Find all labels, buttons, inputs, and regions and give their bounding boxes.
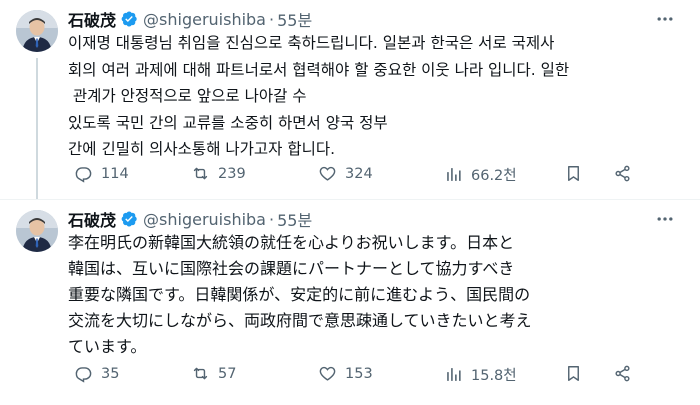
- reply-button[interactable]: 114: [74, 164, 129, 183]
- tweet-text-line: 회의 여러 과제에 대해 파트너로서 협력해야 할 중요한 이웃 나라 입니다.…: [68, 60, 570, 79]
- more-icon[interactable]: [654, 208, 676, 230]
- retweet-button[interactable]: 239: [191, 164, 246, 183]
- views-count: 15.8천: [471, 368, 517, 384]
- tweet-text-line: 이재명 대통령님 취임을 진심으로 축하드립니다. 일본과 한국은 서로 국제사: [68, 34, 555, 52]
- retweet-icon: [193, 367, 208, 380]
- like-icon: [319, 366, 336, 381]
- author-handle[interactable]: @shigeruishiba: [143, 10, 266, 29]
- views-button[interactable]: 66.2천: [444, 164, 517, 185]
- timestamp[interactable]: 55분: [277, 7, 312, 31]
- bookmark-icon: [568, 366, 579, 381]
- tweet-text-line: ています。: [68, 337, 147, 356]
- thread-line: [36, 58, 38, 200]
- reply-button[interactable]: 35: [74, 364, 119, 383]
- reply-count: 35: [101, 365, 120, 382]
- retweet-button[interactable]: 57: [191, 364, 236, 383]
- tweet-text: 이재명 대통령님 취임을 진심으로 축하드립니다. 일본과 한국은 서로 국제사…: [68, 30, 660, 163]
- retweet-count: 239: [218, 165, 246, 182]
- reply-count: 114: [101, 165, 129, 182]
- author-name[interactable]: 石破茂: [68, 207, 116, 231]
- tweet-text-line: 韓国は、互いに国際社会の課題にパートナーとして協力すべき: [68, 259, 515, 278]
- verified-badge-icon: [120, 210, 138, 228]
- reply-icon: [75, 367, 92, 383]
- tweet-text-line: 관계가 안정적으로 앞으로 나아갈 수: [68, 87, 307, 105]
- tweet-header: 石破茂 @shigeruishiba · 55분: [68, 207, 312, 231]
- reply-icon: [75, 167, 92, 183]
- tweet-text-line: 간에 긴밀히 의사소통해 나가고자 합니다.: [68, 140, 336, 158]
- tweet-text-line: 있도록 국민 간의 교류를 소중히 하면서 양국 정부: [68, 113, 388, 132]
- views-count: 66.2천: [471, 168, 517, 184]
- tweet-text-line: 重要な隣国です。日韓関係が、安定的に前に進むよう、国民間の: [68, 285, 531, 304]
- retweet-icon: [193, 167, 208, 180]
- share-button[interactable]: [613, 164, 632, 183]
- share-icon: [615, 365, 630, 382]
- tweet-header: 石破茂 @shigeruishiba · 55분: [68, 7, 312, 31]
- tweet[interactable]: 石破茂 @shigeruishiba · 55분 李在明氏の新韓国大統領の就任を…: [0, 200, 700, 405]
- author-handle[interactable]: @shigeruishiba: [143, 210, 266, 229]
- bookmark-button[interactable]: [564, 364, 583, 383]
- like-count: 324: [345, 165, 373, 182]
- retweet-count: 57: [218, 365, 237, 382]
- views-button[interactable]: 15.8천: [444, 364, 517, 385]
- like-button[interactable]: 153: [318, 364, 373, 383]
- tweet[interactable]: 石破茂 @shigeruishiba · 55분 이재명 대통령님 취임을 진심…: [0, 0, 700, 200]
- share-button[interactable]: [613, 364, 632, 383]
- bookmark-button[interactable]: [564, 164, 583, 183]
- timestamp[interactable]: 55분: [277, 207, 312, 231]
- like-count: 153: [345, 365, 373, 382]
- like-icon: [319, 166, 336, 181]
- tweet-actions: 35 57 153 15.8천: [68, 364, 682, 388]
- tweet-text-line: 李在明氏の新韓国大統領の就任を心よりお祝いします。日本と: [68, 233, 515, 252]
- avatar[interactable]: [16, 210, 58, 252]
- verified-badge-icon: [120, 10, 138, 28]
- more-icon[interactable]: [654, 8, 676, 30]
- like-button[interactable]: 324: [318, 164, 373, 183]
- author-name[interactable]: 石破茂: [68, 7, 116, 31]
- views-icon: [447, 368, 461, 381]
- tweet-feed: 石破茂 @shigeruishiba · 55분 이재명 대통령님 취임을 진심…: [0, 0, 700, 405]
- tweet-text-line: 交流を大切にしながら、両政府間で意思疎通していきたいと考え: [68, 311, 532, 330]
- tweet-text: 李在明氏の新韓国大統領の就任を心よりお祝いします。日本と 韓国は、互いに国際社会…: [68, 230, 660, 360]
- avatar[interactable]: [16, 10, 58, 52]
- bookmark-icon: [568, 166, 579, 181]
- views-icon: [447, 168, 461, 181]
- share-icon: [615, 165, 630, 182]
- tweet-actions: 114 239 324 66.2천: [68, 164, 682, 188]
